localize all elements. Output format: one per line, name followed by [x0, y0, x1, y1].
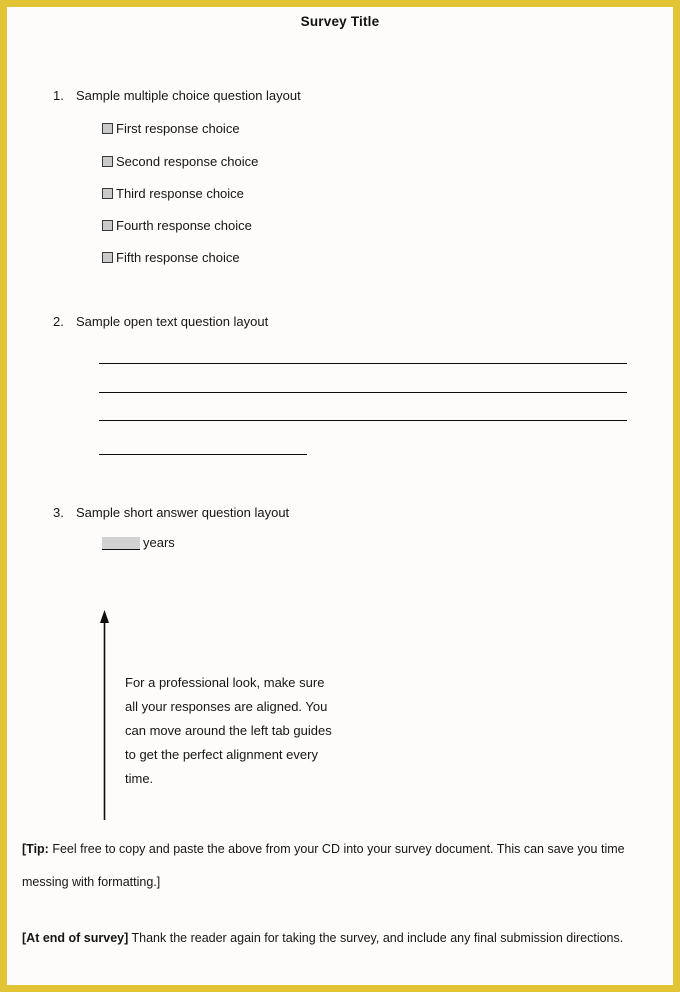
checkbox-icon[interactable] — [102, 187, 113, 199]
checkbox-icon[interactable] — [102, 251, 113, 263]
checkbox-icon[interactable] — [102, 155, 113, 167]
page-content-area: Survey Title 1. Sample multiple choice q… — [7, 7, 673, 985]
short-answer-row: years — [102, 536, 175, 550]
short-answer-unit-label: years — [143, 535, 175, 550]
tip-note-prefix: [Tip: — [22, 842, 49, 856]
choice-option-2-label: Second response choice — [116, 153, 259, 169]
choice-option-3[interactable]: Third response choice — [102, 184, 244, 202]
choice-option-4-label: Fourth response choice — [116, 217, 252, 233]
choice-option-5[interactable]: Fifth response choice — [102, 248, 240, 266]
answer-line-2[interactable] — [99, 392, 627, 393]
question-2-text: Sample open text question layout — [76, 314, 269, 329]
checkbox-icon[interactable] — [102, 219, 113, 231]
end-of-survey-note-prefix: [At end of survey] — [22, 931, 129, 945]
question-3-number: 3. — [53, 505, 64, 520]
tip-note: [Tip: Feel free to copy and paste the ab… — [22, 833, 670, 899]
page-title: Survey Title — [300, 14, 380, 29]
end-of-survey-note: [At end of survey] Thank the reader agai… — [22, 922, 670, 955]
choice-option-1[interactable]: First response choice — [102, 119, 240, 137]
choice-option-5-label: Fifth response choice — [116, 249, 240, 265]
choice-option-1-label: First response choice — [116, 120, 240, 136]
question-2-number: 2. — [53, 314, 64, 329]
short-answer-input[interactable] — [102, 536, 140, 550]
answer-line-1[interactable] — [99, 363, 627, 364]
tip-note-body: Feel free to copy and paste the above fr… — [22, 842, 625, 889]
checkbox-icon[interactable] — [102, 122, 113, 134]
up-arrow-icon — [98, 609, 111, 821]
end-of-survey-note-body: Thank the reader again for taking the su… — [128, 931, 624, 945]
alignment-tip-callout: For a professional look, make sure all y… — [125, 675, 332, 786]
choice-option-3-label: Third response choice — [116, 185, 244, 201]
answer-line-4[interactable] — [99, 454, 307, 455]
question-3-text: Sample short answer question layout — [76, 505, 290, 520]
choice-option-2[interactable]: Second response choice — [102, 152, 258, 170]
survey-document-page: Survey Title 1. Sample multiple choice q… — [0, 0, 680, 992]
question-1-number: 1. — [53, 88, 64, 103]
answer-line-3[interactable] — [99, 420, 627, 421]
choice-option-4[interactable]: Fourth response choice — [102, 216, 252, 234]
question-1-text: Sample multiple choice question layout — [76, 88, 301, 103]
